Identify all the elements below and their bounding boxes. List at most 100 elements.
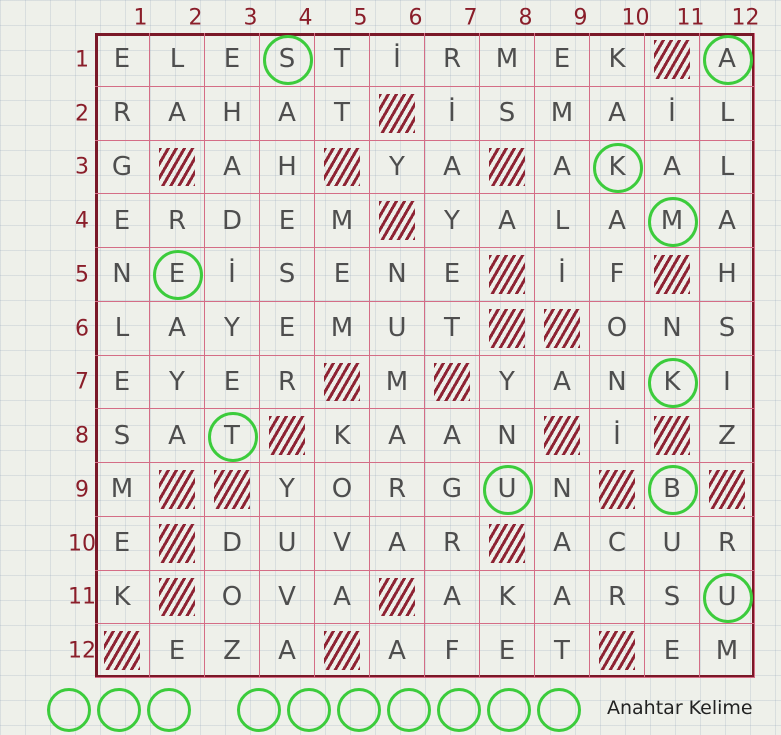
cell-letter: N — [662, 313, 682, 344]
cell-letter: D — [221, 528, 243, 559]
row-number: 12 — [68, 638, 96, 664]
cell-letter: A — [608, 98, 626, 129]
letter-cell: A — [590, 86, 645, 141]
blocked-cell — [315, 140, 370, 195]
answer-caption: Anahtar Kelime — [607, 697, 753, 719]
cell-letter: E — [168, 259, 186, 290]
letter-cell: D — [205, 194, 260, 248]
letter-cell: R — [260, 355, 315, 410]
letter-cell: L — [150, 33, 205, 87]
row-number: 4 — [75, 208, 89, 234]
cell-letter: A — [553, 366, 571, 397]
cell-letter: A — [718, 44, 736, 75]
cell-letter: E — [663, 635, 681, 666]
cell-letter: H — [222, 98, 242, 129]
letter-cell: U — [260, 516, 315, 571]
cell-letter: U — [387, 313, 407, 344]
letter-cell: N — [480, 409, 535, 463]
letter-cell: A — [535, 570, 590, 625]
cell-letter: A — [443, 420, 461, 451]
cell-letter: R — [442, 528, 462, 559]
cell-letter: H — [717, 259, 737, 290]
cell-letter: K — [498, 581, 516, 612]
cell-letter: L — [719, 151, 735, 182]
cell-letter: İ — [668, 98, 676, 129]
cell-letter: U — [497, 474, 517, 505]
cell-letter: A — [168, 313, 186, 344]
column-number: 8 — [518, 5, 533, 31]
blocked-cell — [315, 355, 370, 410]
blocked-cell — [535, 409, 590, 463]
letter-cell: Y — [150, 355, 205, 410]
letter-cell: M — [315, 301, 370, 356]
cell-letter: A — [388, 528, 406, 559]
cell-letter: A — [168, 420, 186, 451]
blocked-cell — [590, 463, 645, 517]
blocked-cell — [480, 140, 535, 195]
cell-letter: E — [278, 313, 296, 344]
cell-letter: A — [663, 151, 681, 182]
letter-cell: İ — [370, 33, 425, 87]
letter-cell: E — [95, 355, 150, 410]
letter-cell: İ — [205, 248, 260, 302]
letter-cell: E — [315, 248, 370, 302]
letter-cell: S — [645, 570, 700, 625]
cell-letter: L — [169, 44, 185, 75]
cell-letter: İ — [448, 98, 456, 129]
cell-letter: İ — [228, 259, 236, 290]
cell-letter: A — [168, 98, 186, 129]
letter-cell: M — [535, 86, 590, 141]
cell-letter: A — [333, 581, 351, 612]
cell-letter: R — [717, 528, 737, 559]
cell-letter: E — [223, 366, 241, 397]
cell-letter: E — [168, 635, 186, 666]
blocked-cell — [150, 516, 205, 571]
cell-letter: N — [112, 259, 132, 290]
letter-cell: A — [370, 516, 425, 571]
row-number: 3 — [75, 154, 89, 180]
blocked-cell — [535, 301, 590, 356]
letter-cell: S — [700, 301, 755, 356]
letter-cell: G — [425, 463, 480, 517]
cell-letter: R — [167, 205, 187, 236]
column-number: 7 — [463, 5, 478, 31]
letter-cell: E — [95, 33, 150, 87]
cell-letter: Y — [169, 366, 185, 397]
letter-cell: I — [700, 355, 755, 410]
cell-letter: M — [330, 205, 354, 236]
circled-letter-cell: S — [260, 33, 315, 87]
cell-letter: E — [333, 259, 351, 290]
letter-cell: K — [315, 409, 370, 463]
cell-letter: K — [663, 366, 681, 397]
answer-slot-circle — [237, 688, 281, 732]
letter-cell: Y — [425, 194, 480, 248]
letter-cell: E — [260, 194, 315, 248]
cell-letter: T — [554, 635, 570, 666]
letter-cell: E — [535, 33, 590, 87]
cell-letter: A — [388, 635, 406, 666]
letter-cell: A — [425, 570, 480, 625]
letter-cell: Z — [205, 624, 260, 678]
cell-letter: S — [278, 44, 296, 75]
cell-letter: Y — [499, 366, 515, 397]
column-number: 5 — [353, 5, 368, 31]
letter-cell: Y — [480, 355, 535, 410]
column-number: 3 — [243, 5, 258, 31]
cell-letter: T — [444, 313, 460, 344]
letter-cell: A — [425, 409, 480, 463]
cell-letter: O — [331, 474, 353, 505]
blocked-cell — [645, 248, 700, 302]
cell-letter: A — [608, 205, 626, 236]
letter-cell: A — [535, 140, 590, 195]
column-number: 2 — [188, 5, 203, 31]
letter-cell: D — [205, 516, 260, 571]
answer-slot-circle — [437, 688, 481, 732]
letter-cell: A — [535, 516, 590, 571]
letter-cell: E — [150, 624, 205, 678]
letter-cell: L — [95, 301, 150, 356]
cell-letter: B — [663, 474, 681, 505]
blocked-cell — [645, 409, 700, 463]
letter-cell: A — [260, 624, 315, 678]
letter-cell: M — [95, 463, 150, 517]
cell-letter: T — [334, 98, 350, 129]
